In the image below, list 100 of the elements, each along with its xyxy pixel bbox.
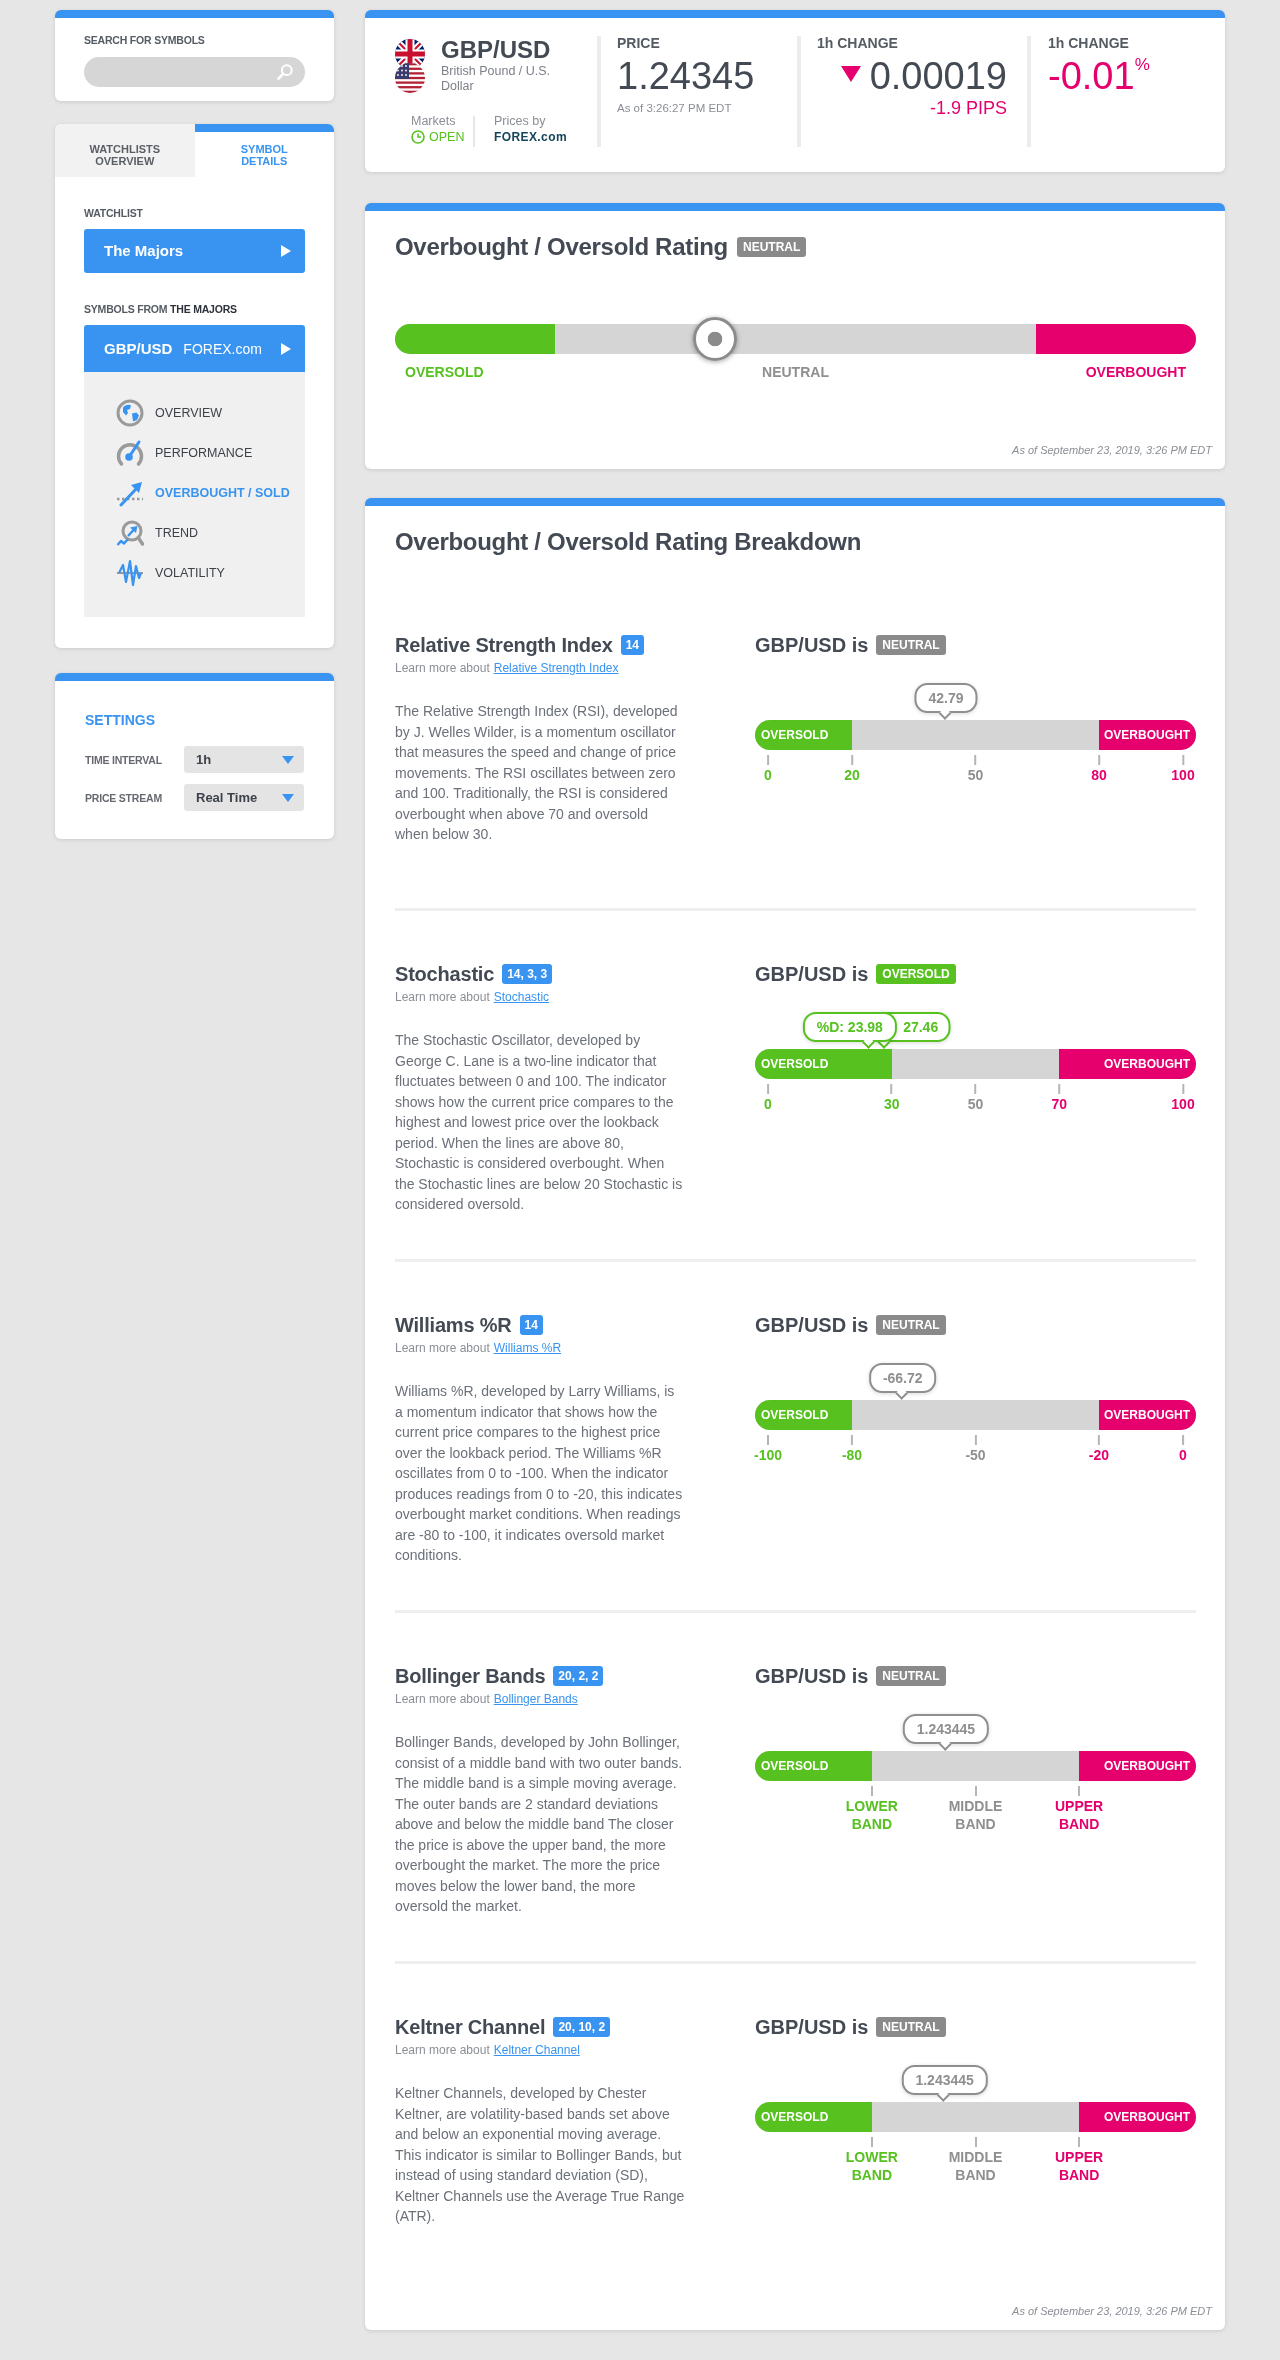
symbols-label: SYMBOLS FROM THE MAJORS — [84, 302, 238, 316]
tick-mark — [974, 1786, 977, 1796]
scale-label: -80 — [841, 1446, 863, 1464]
market-status: OPEN — [429, 129, 465, 145]
value-tooltip: -66.72 — [868, 1363, 937, 1400]
scale-label: 50 — [967, 766, 984, 784]
oversold-zone: OVERSOLD — [755, 1751, 872, 1781]
caret-down-icon — [282, 793, 294, 802]
symbol-title: GBP/USD — [441, 36, 552, 64]
zone-label: OVERSOLD — [405, 363, 484, 381]
tick-mark — [974, 1435, 977, 1445]
indicator-title: Williams %R — [395, 1313, 512, 1338]
tick-mark — [851, 755, 853, 765]
caret-right-icon — [281, 245, 291, 257]
rating-timestamp: As of September 23, 2019, 3:26 PM EDT — [1010, 443, 1212, 457]
scale-label: 100 — [1171, 1095, 1195, 1113]
menu-item[interactable]: VOLATILITY — [116, 553, 225, 593]
value-tooltip: 1.243445 — [901, 2065, 988, 2102]
params-badge: 20, 10, 2 — [553, 2017, 611, 2037]
value-tooltip: 1.243445 — [902, 1714, 990, 1751]
price-label: PRICE — [617, 36, 661, 50]
search-field[interactable] — [84, 57, 305, 87]
indicator-link[interactable]: Stochastic — [493, 990, 550, 1004]
scale-label: -50 — [965, 1446, 986, 1464]
prices-by-label: Prices by — [494, 114, 547, 129]
scale-label: UPPER BAND — [1054, 1797, 1105, 1833]
sidebar-tab[interactable]: SYMBOL DETAILS — [194, 124, 334, 177]
status-badge: NEUTRAL — [736, 237, 807, 257]
rating-title: Overbought / Oversold Rating — [395, 232, 728, 262]
learn-more-text: Learn more about Bollinger Bands — [395, 1691, 579, 1707]
overbought-zone: OVERBOUGHT — [1079, 2102, 1196, 2132]
tick-mark — [974, 1084, 977, 1094]
symbol-button[interactable]: GBP/USD FOREX.com — [84, 325, 305, 372]
oversold-zone: OVERSOLD — [755, 1400, 852, 1430]
dropdown-field[interactable]: Real Time — [184, 784, 304, 811]
verdict-text: GBP/USD is — [755, 1664, 869, 1689]
watchlist-button[interactable]: The Majors — [84, 229, 305, 273]
indicator-link[interactable]: Bollinger Bands — [493, 1692, 578, 1706]
menu-item[interactable]: OVERVIEW — [116, 393, 223, 433]
status-badge: OVERSOLD — [876, 964, 956, 984]
indicator-title: Relative Strength Index — [395, 633, 613, 658]
params-badge: 14, 3, 3 — [502, 964, 553, 984]
indicator-description: Keltner Channels, developed by Chester Keltner, are volatility-based bands set above and below an exponential moving average. This indicator is similar to Bollinger Bands, but instead of using standard deviation (SD), Keltner Channels use the Average True Range (ATR). — [395, 2084, 685, 2226]
rising-arrow-icon — [116, 479, 144, 507]
menu-item[interactable]: PERFORMANCE — [116, 433, 253, 473]
tick-mark — [870, 1786, 873, 1796]
status-badge: NEUTRAL — [876, 1315, 946, 1335]
scale-label: 100 — [1171, 766, 1195, 784]
indicator-link[interactable]: Keltner Channel — [493, 2043, 580, 2057]
tick-mark — [1182, 755, 1184, 765]
scale-label: 0 — [764, 1095, 772, 1113]
status-badge: NEUTRAL — [876, 2017, 946, 2037]
value-tooltip: 42.79 — [914, 683, 978, 720]
overbought-zone: OVERBOUGHT — [1059, 1049, 1196, 1079]
indicator-link[interactable]: Williams %R — [493, 1341, 562, 1355]
change-percent-label: 1h CHANGE — [1048, 36, 1130, 50]
scale-label: 70 — [1051, 1095, 1068, 1113]
tick-mark — [974, 755, 977, 765]
value-tooltip: %D: 23.98 — [802, 1012, 897, 1049]
wave-icon — [116, 559, 144, 587]
zone-label: NEUTRAL — [762, 363, 829, 381]
tick-mark — [890, 1084, 893, 1094]
tick-mark — [1182, 1084, 1184, 1094]
verdict-text: GBP/USD is — [755, 962, 869, 987]
tick-mark — [1097, 755, 1100, 765]
sidebar-tab[interactable]: WATCHLISTS OVERVIEW — [55, 124, 195, 177]
tick-mark — [974, 2137, 977, 2147]
status-badge: NEUTRAL — [876, 1666, 946, 1686]
dropdown-field[interactable]: 1h — [184, 746, 304, 773]
pips-value: -1.9 PIPS — [928, 99, 1007, 117]
price-value: 1.24345 — [617, 54, 756, 98]
setting-label: PRICE STREAM — [85, 790, 163, 805]
scale-label: -100 — [754, 1446, 782, 1464]
price-timestamp: As of 3:26:27 PM EDT — [617, 101, 733, 115]
scale-label: MIDDLE BAND — [947, 1797, 1004, 1833]
breakdown-timestamp: As of September 23, 2019, 3:26 PM EDT — [1010, 2304, 1212, 2318]
scale-label: UPPER BAND — [1054, 2148, 1105, 2184]
currency-name: British Pound / U.S. Dollar — [441, 64, 552, 94]
indicator-link[interactable]: Relative Strength Index — [493, 661, 619, 675]
zone-label: OVERBOUGHT — [1085, 363, 1186, 381]
menu-item[interactable]: OVERBOUGHT / SOLD — [116, 473, 290, 513]
menu-item[interactable]: TREND — [116, 513, 199, 553]
indicator-description: Bollinger Bands, developed by John Bollinger, consist of a middle band with two outer bands. The middle band is a simple moving average. The outer bands are 2 standard deviations above and below the middle band The closer the price is above the upper band, the more overbought the market. The more the price moves below the lower band, the more oversold the market. — [395, 1733, 684, 1916]
scale-label: 30 — [883, 1095, 900, 1113]
watchlist-label: WATCHLIST — [84, 206, 144, 220]
scale-label: 80 — [1091, 766, 1107, 784]
tick-mark — [1058, 1084, 1061, 1094]
params-badge: 20, 2, 2 — [553, 1666, 604, 1686]
scale-label: 20 — [844, 766, 860, 784]
search-label: SEARCH FOR SYMBOLS — [84, 33, 206, 47]
scale-label: MIDDLE BAND — [947, 2148, 1004, 2184]
scale-label: LOWER BAND — [844, 2148, 899, 2184]
status-badge: NEUTRAL — [876, 635, 946, 655]
change-value: 0.00019 — [869, 54, 1007, 98]
tick-mark — [851, 1435, 853, 1445]
change-percent-value: -0.01$^{%}$ — [1048, 54, 1150, 98]
verdict-text: GBP/USD is — [755, 633, 869, 658]
magnifier-arrow-icon — [116, 519, 144, 547]
tick-mark — [767, 755, 769, 765]
params-badge: 14 — [620, 635, 645, 655]
